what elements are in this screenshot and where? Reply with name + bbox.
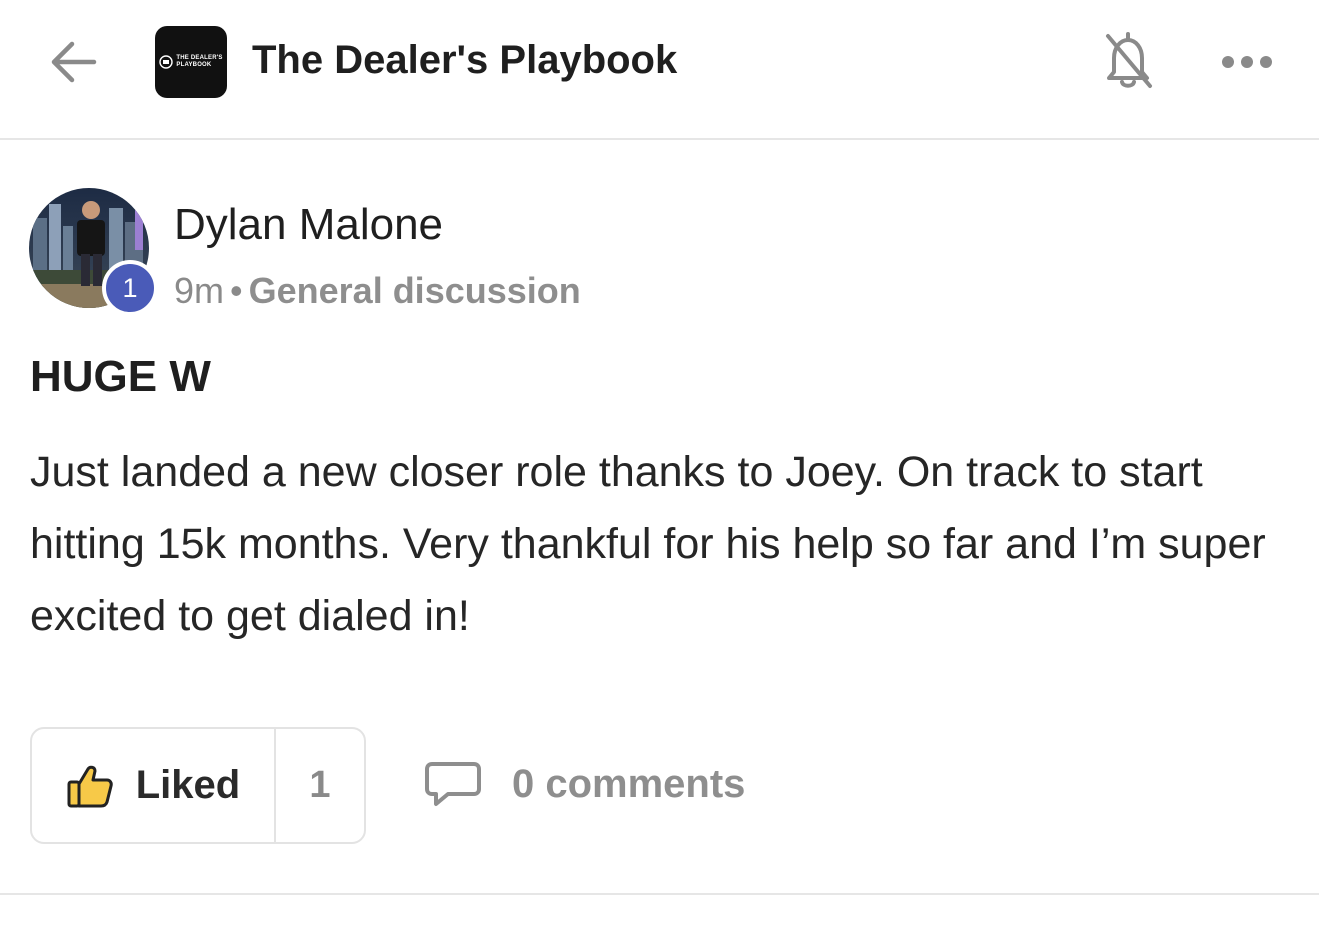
like-button[interactable]: Liked	[32, 729, 276, 842]
post-time: 9m	[174, 270, 225, 311]
author-avatar[interactable]: 1	[29, 188, 158, 316]
more-options-button[interactable]	[1218, 46, 1276, 76]
notifications-toggle-button[interactable]	[1100, 28, 1156, 94]
comment-icon	[425, 762, 481, 806]
group-logo[interactable]: THE DEALER'S PLAYBOOK	[155, 26, 227, 98]
top-app-bar: THE DEALER'S PLAYBOOK The Dealer's Playb…	[0, 0, 1319, 140]
logo-text-bottom: PLAYBOOK	[176, 62, 212, 68]
logo-emblem-icon	[159, 55, 174, 69]
author-name[interactable]: Dylan Malone	[174, 200, 443, 250]
meta-separator: •	[230, 270, 243, 311]
post-body: Just landed a new closer role thanks to …	[30, 448, 1266, 640]
group-title[interactable]: The Dealer's Playbook	[252, 38, 677, 83]
like-count[interactable]: 1	[276, 729, 364, 842]
more-horizontal-icon	[1222, 56, 1272, 68]
post-card: 1 Dylan Malone 9m • General discussion HUG…	[0, 140, 1319, 894]
arrow-left-icon	[51, 41, 97, 83]
post-category[interactable]: General discussion	[249, 270, 581, 311]
post-meta: 9m • General discussion	[174, 270, 581, 312]
like-button-group: Liked 1	[30, 727, 366, 844]
comments-button[interactable]: 0 comments	[424, 760, 745, 808]
logo-text-top: THE DEALER'S	[176, 55, 223, 61]
like-label: Liked	[135, 763, 241, 807]
level-badge: 1	[102, 260, 158, 316]
post-divider	[0, 893, 1319, 895]
back-button[interactable]	[46, 36, 100, 88]
post-title: HUGE W	[30, 352, 211, 401]
comments-label: 0 comments	[512, 761, 746, 806]
thumbs-up-icon	[67, 765, 113, 807]
bell-off-icon	[1106, 32, 1152, 88]
